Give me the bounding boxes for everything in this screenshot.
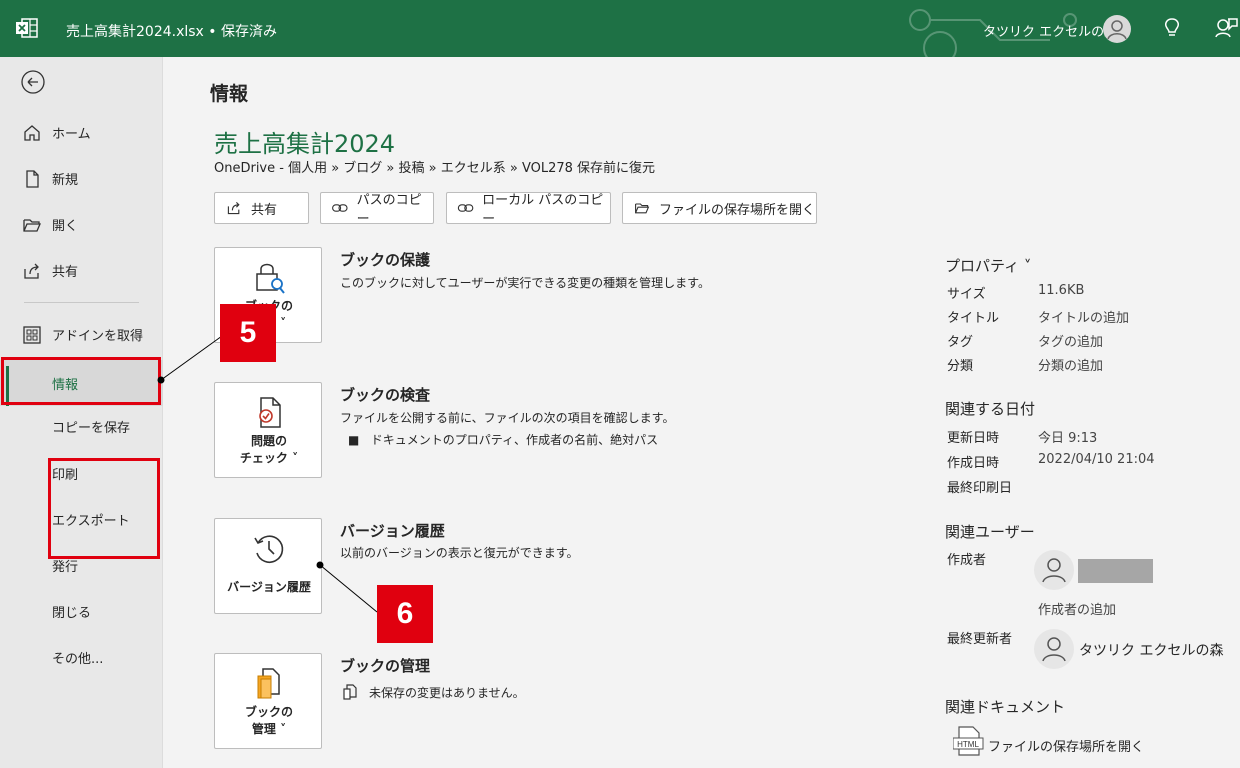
callout-leader-lines bbox=[157, 335, 378, 613]
callout-step-5: 5 bbox=[220, 304, 276, 362]
callout-step-6: 6 bbox=[377, 585, 433, 643]
